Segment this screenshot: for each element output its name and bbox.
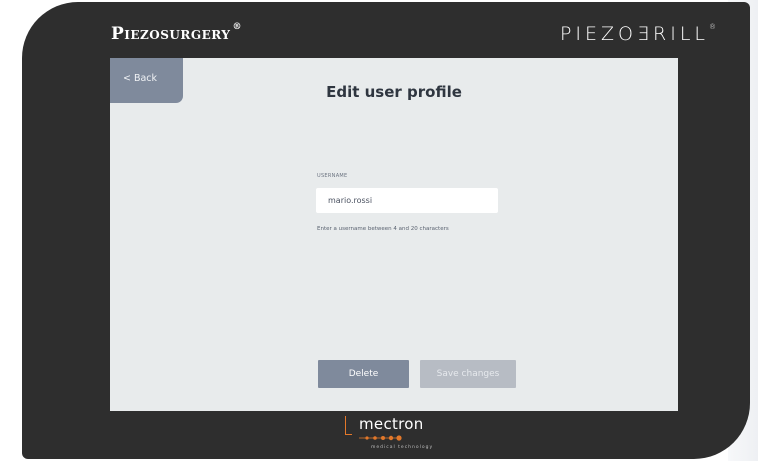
mectron-logo: mectron medical technology: [345, 414, 445, 454]
save-changes-button[interactable]: Save changes: [420, 360, 516, 388]
page-title: Edit user profile: [326, 83, 462, 101]
device-frame: Piezosurgery ® PIEZOƎRILL® < Back Edit use…: [22, 2, 750, 459]
registered-mark: ®: [709, 23, 716, 31]
username-input[interactable]: [316, 188, 498, 213]
mectron-name: mectron: [359, 415, 424, 433]
touch-screen: <Back Edit user profile USERNAME Enter a…: [110, 58, 678, 411]
piezosurgery-logo: Piezosurgery ®: [111, 22, 242, 44]
delete-button[interactable]: Delete: [318, 360, 409, 388]
username-label: USERNAME: [317, 173, 348, 179]
piezodrill-logo: PIEZOƎRILL®: [560, 23, 716, 45]
username-help-text: Enter a username between 4 and 20 charac…: [317, 226, 449, 232]
piezosurgery-logo-text: Piezosurgery: [111, 24, 231, 44]
registered-mark: ®: [232, 22, 242, 32]
mectron-tagline: medical technology: [371, 445, 434, 450]
mectron-dots: [359, 435, 402, 441]
piezodrill-logo-text: PIEZOƎRILL: [559, 23, 709, 45]
logo-bracket: [345, 416, 352, 435]
